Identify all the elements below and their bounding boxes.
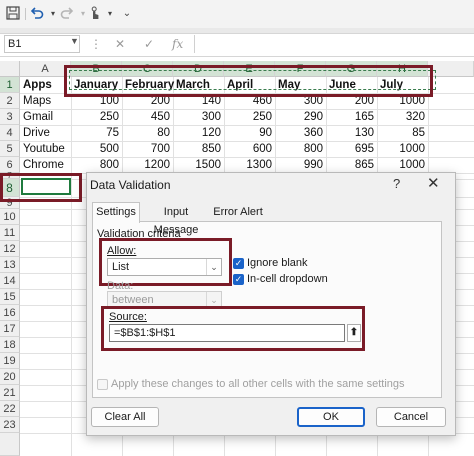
row-header[interactable]: 11 <box>0 225 20 241</box>
row-header[interactable]: 5 <box>0 141 20 157</box>
dialog-title: Data Validation <box>90 178 171 192</box>
cell-a1[interactable]: Apps <box>23 77 69 93</box>
row-header[interactable]: 14 <box>0 273 20 289</box>
cell-g3[interactable]: 165 <box>326 109 374 125</box>
cell-h4[interactable]: 85 <box>377 125 425 141</box>
save-icon[interactable] <box>4 5 22 23</box>
help-icon[interactable]: ? <box>393 176 400 191</box>
row-header[interactable]: 1 <box>0 77 20 93</box>
name-box[interactable]: B1 <box>4 35 80 53</box>
cancel-formula-icon[interactable]: ✕ <box>115 35 125 53</box>
chevron-down-icon[interactable]: ▼ <box>70 36 79 46</box>
cell-h6[interactable]: 1000 <box>377 157 425 173</box>
cell-b5[interactable]: 500 <box>71 141 119 157</box>
cell-b6[interactable]: 800 <box>71 157 119 173</box>
row-header[interactable]: 17 <box>0 321 20 337</box>
in-cell-dropdown-label: In-cell dropdown <box>247 273 328 285</box>
clear-all-button[interactable]: Clear All <box>91 407 159 427</box>
cell-b3[interactable]: 250 <box>71 109 119 125</box>
highlight-box-allow <box>99 238 232 286</box>
cell-h3[interactable]: 320 <box>377 109 425 125</box>
cancel-button[interactable]: Cancel <box>376 407 446 427</box>
cell-g6[interactable]: 865 <box>326 157 374 173</box>
cell-f5[interactable]: 800 <box>275 141 323 157</box>
row-header[interactable]: 19 <box>0 353 20 369</box>
row-header[interactable]: 16 <box>0 305 20 321</box>
data-select-value: between <box>112 294 154 306</box>
row-header[interactable]: 23 <box>0 417 20 433</box>
tab-error-alert[interactable]: Error Alert <box>213 203 263 221</box>
apply-all-label: Apply these changes to all other cells w… <box>111 378 405 390</box>
highlight-box-source <box>101 306 365 351</box>
apply-all-checkbox[interactable] <box>97 379 108 390</box>
ok-button[interactable]: OK <box>297 407 365 427</box>
cell-b4[interactable]: 75 <box>71 125 119 141</box>
cell-d6[interactable]: 1500 <box>173 157 221 173</box>
tab-settings[interactable]: Settings <box>92 202 140 223</box>
row-header[interactable]: 3 <box>0 109 20 125</box>
row-header[interactable]: 2 <box>0 93 20 109</box>
cell-d5[interactable]: 850 <box>173 141 221 157</box>
ignore-blank-label: Ignore blank <box>247 257 308 269</box>
cell-c4[interactable]: 80 <box>122 125 170 141</box>
row-header[interactable]: 22 <box>0 401 20 417</box>
cell-c5[interactable]: 700 <box>122 141 170 157</box>
row-header[interactable]: 15 <box>0 289 20 305</box>
cell-e5[interactable]: 600 <box>224 141 272 157</box>
insert-function-icon[interactable]: fx <box>172 35 183 53</box>
cell-c3[interactable]: 450 <box>122 109 170 125</box>
cell-g4[interactable]: 130 <box>326 125 374 141</box>
cell-e3[interactable]: 250 <box>224 109 272 125</box>
in-cell-dropdown-checkbox[interactable]: ✓ <box>233 274 244 285</box>
cell-a6[interactable]: Chrome <box>23 157 69 173</box>
row-header[interactable]: 20 <box>0 369 20 385</box>
cell-f4[interactable]: 360 <box>275 125 323 141</box>
cell-a2[interactable]: Maps <box>23 93 69 109</box>
more-options-icon: ⋮ <box>90 37 102 51</box>
cell-d4[interactable]: 120 <box>173 125 221 141</box>
close-icon[interactable]: ✕ <box>427 174 440 192</box>
tab-input-message[interactable]: Input Message <box>143 203 209 236</box>
cell-a3[interactable]: Gmail <box>23 109 69 125</box>
ignore-blank-checkbox[interactable]: ✓ <box>233 258 244 269</box>
touch-dropdown-icon[interactable]: ▾ <box>101 5 119 23</box>
highlight-box-a8 <box>0 173 82 202</box>
row-header[interactable]: 18 <box>0 337 20 353</box>
cell-e4[interactable]: 90 <box>224 125 272 141</box>
enter-formula-icon[interactable]: ✓ <box>144 35 154 53</box>
row-header[interactable]: 12 <box>0 241 20 257</box>
toolbar-divider <box>25 8 26 20</box>
quick-access-toolbar: ▾ ▾ ▾ ⌄ <box>0 0 474 28</box>
cell-e6[interactable]: 1300 <box>224 157 272 173</box>
row-header[interactable]: 4 <box>0 125 20 141</box>
cell-a5[interactable]: Youtube <box>23 141 69 157</box>
cell-f3[interactable]: 290 <box>275 109 323 125</box>
cell-d3[interactable]: 300 <box>173 109 221 125</box>
row-header[interactable]: 13 <box>0 257 20 273</box>
select-all-button[interactable] <box>0 61 20 77</box>
row-header[interactable]: 10 <box>0 209 20 225</box>
cell-g5[interactable]: 695 <box>326 141 374 157</box>
highlight-box-header-range <box>64 65 433 97</box>
row-header[interactable]: 21 <box>0 385 20 401</box>
cell-a4[interactable]: Drive <box>23 125 69 141</box>
customize-toolbar-icon[interactable]: ⌄ <box>118 5 136 23</box>
row-header[interactable] <box>0 433 20 456</box>
cell-c6[interactable]: 1200 <box>122 157 170 173</box>
cell-h5[interactable]: 1000 <box>377 141 425 157</box>
formula-input[interactable] <box>194 35 474 53</box>
cell-f6[interactable]: 990 <box>275 157 323 173</box>
